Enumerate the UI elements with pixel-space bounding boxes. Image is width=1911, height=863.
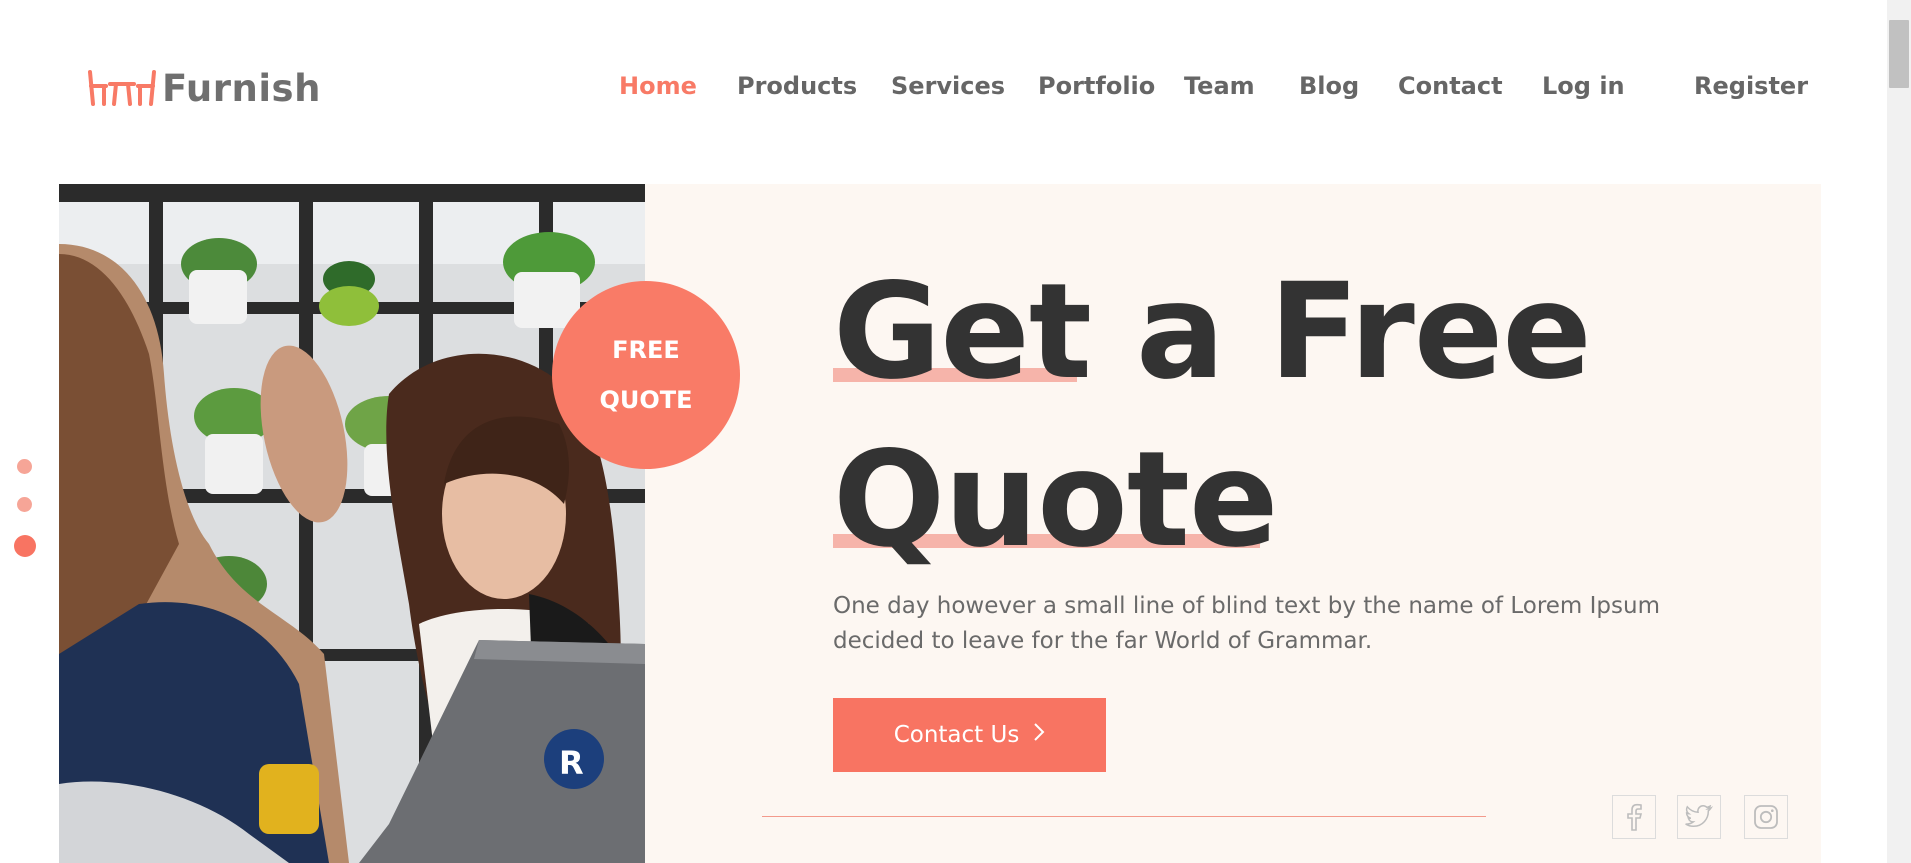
headline-word-quote: Quote [833,423,1278,577]
badge-line-2: QUOTE [599,386,693,414]
nav-login[interactable]: Log in [1542,72,1625,100]
twitter-icon[interactable] [1677,795,1721,839]
headline-a-free: a Free [1090,255,1592,409]
nav-register[interactable]: Register [1694,72,1808,100]
headline-line-1: Get a Free [833,248,1592,416]
nav-home[interactable]: Home [619,72,697,100]
nav-products[interactable]: Products [737,72,857,100]
badge-line-1: FREE [612,336,680,364]
office-meeting-photo: R [59,184,645,863]
hero-headline: Get a Free Quote [833,248,1592,584]
chevron-right-icon [1033,722,1045,748]
free-quote-badge[interactable]: FREE QUOTE [552,281,740,469]
nav-contact[interactable]: Contact [1398,72,1503,100]
top-navbar: Furnish Home Products Services Portfolio… [0,0,1887,180]
slider-dot-2[interactable] [17,497,32,512]
svg-text:R: R [559,744,584,782]
facebook-icon[interactable] [1612,795,1656,839]
nav-portfolio[interactable]: Portfolio [1038,72,1155,100]
contact-us-label: Contact Us [893,722,1020,748]
contact-us-button[interactable]: Contact Us [833,698,1106,772]
slider-dot-1[interactable] [17,459,32,474]
nav-blog[interactable]: Blog [1299,72,1359,100]
vertical-scrollbar[interactable] [1887,0,1911,863]
instagram-icon[interactable] [1744,795,1788,839]
scrollbar-thumb[interactable] [1889,20,1909,88]
slider-dot-3[interactable] [14,535,36,557]
headline-word-get: Get [833,255,1092,409]
divider-line [762,816,1486,817]
nav-services[interactable]: Services [891,72,1005,100]
nav-team[interactable]: Team [1184,72,1255,100]
headline-line-2: Quote [833,416,1591,584]
main-nav: Home Products Services Portfolio Team Bl… [0,72,1887,112]
hero-description: One day however a small line of blind te… [833,593,1660,654]
